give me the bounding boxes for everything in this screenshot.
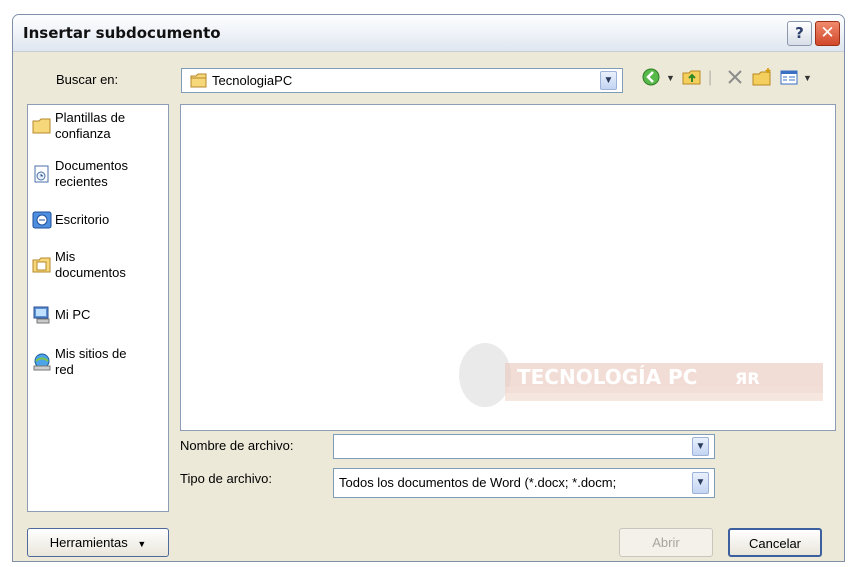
look-in-value: TecnologiaPC (212, 73, 293, 88)
file-name-label: Nombre de archivo: (180, 438, 294, 453)
look-in-combo[interactable]: TecnologiaPC ▼ (181, 68, 623, 93)
delete-icon[interactable] (726, 67, 744, 87)
look-in-dropdown-arrow[interactable]: ▼ (600, 71, 617, 90)
views-icon[interactable] (779, 67, 799, 87)
tools-dropdown-icon: ▼ (137, 539, 147, 549)
up-one-level-icon[interactable] (681, 67, 703, 87)
back-icon[interactable] (641, 67, 661, 87)
help-button[interactable]: ? (787, 21, 812, 46)
tools-button[interactable]: Herramientas ▼ (27, 528, 169, 557)
close-button[interactable]: ✕ (815, 21, 840, 46)
file-type-label: Tipo de archivo: (180, 471, 273, 486)
new-folder-icon[interactable] (751, 67, 773, 87)
look-in-label: Buscar en: (56, 72, 119, 87)
places-item-trusted-templates[interactable]: Plantillas de confianza (32, 110, 166, 142)
places-item-desktop[interactable]: Escritorio (32, 210, 166, 230)
folder-icon (32, 118, 51, 134)
watermark-logo: TECNOLOGÍA PC ЯR (459, 343, 823, 407)
toolbar-separator: | (708, 69, 713, 86)
file-type-select[interactable]: Todos los documentos de Word (*.docx; *.… (333, 468, 715, 498)
places-bar: Plantillas de confianza Documentos recient… (27, 104, 169, 512)
file-type-dropdown-arrow[interactable]: ▼ (692, 472, 709, 494)
places-item-my-computer[interactable]: Mi PC (32, 305, 166, 325)
file-name-dropdown-arrow[interactable]: ▼ (692, 437, 709, 456)
insert-subdocument-dialog: Insertar subdocumento ? ✕ Buscar en: Tec… (12, 14, 845, 562)
places-item-recent-documents[interactable]: Documentos recientes (32, 158, 166, 190)
places-item-my-documents[interactable]: Mis documentos (32, 249, 166, 281)
watermark-logo-text: ЯR (735, 369, 760, 388)
open-button[interactable]: Abrir (619, 528, 713, 557)
back-dropdown-icon[interactable]: ▼ (666, 67, 675, 89)
cancel-button[interactable]: Cancelar (728, 528, 822, 557)
folder-icon (190, 73, 207, 88)
file-name-combo[interactable]: ▼ (333, 434, 715, 459)
tools-button-label: Herramientas (49, 535, 128, 550)
recent-documents-icon (34, 165, 49, 183)
places-item-network-places[interactable]: Mis sitios de red (32, 346, 166, 378)
network-places-icon (33, 353, 51, 371)
title-bar: Insertar subdocumento ? ✕ (13, 15, 844, 52)
file-list-view[interactable]: TECNOLOGÍA PC ЯR (180, 104, 836, 431)
my-computer-icon (33, 306, 50, 324)
dialog-title: Insertar subdocumento (23, 24, 221, 42)
desktop-icon (32, 211, 52, 229)
watermark-text: TECNOLOGÍA PC (517, 365, 697, 389)
file-type-value: Todos los documentos de Word (*.docx; *.… (339, 475, 617, 490)
my-documents-icon (32, 257, 51, 273)
views-dropdown-icon[interactable]: ▼ (803, 67, 812, 89)
